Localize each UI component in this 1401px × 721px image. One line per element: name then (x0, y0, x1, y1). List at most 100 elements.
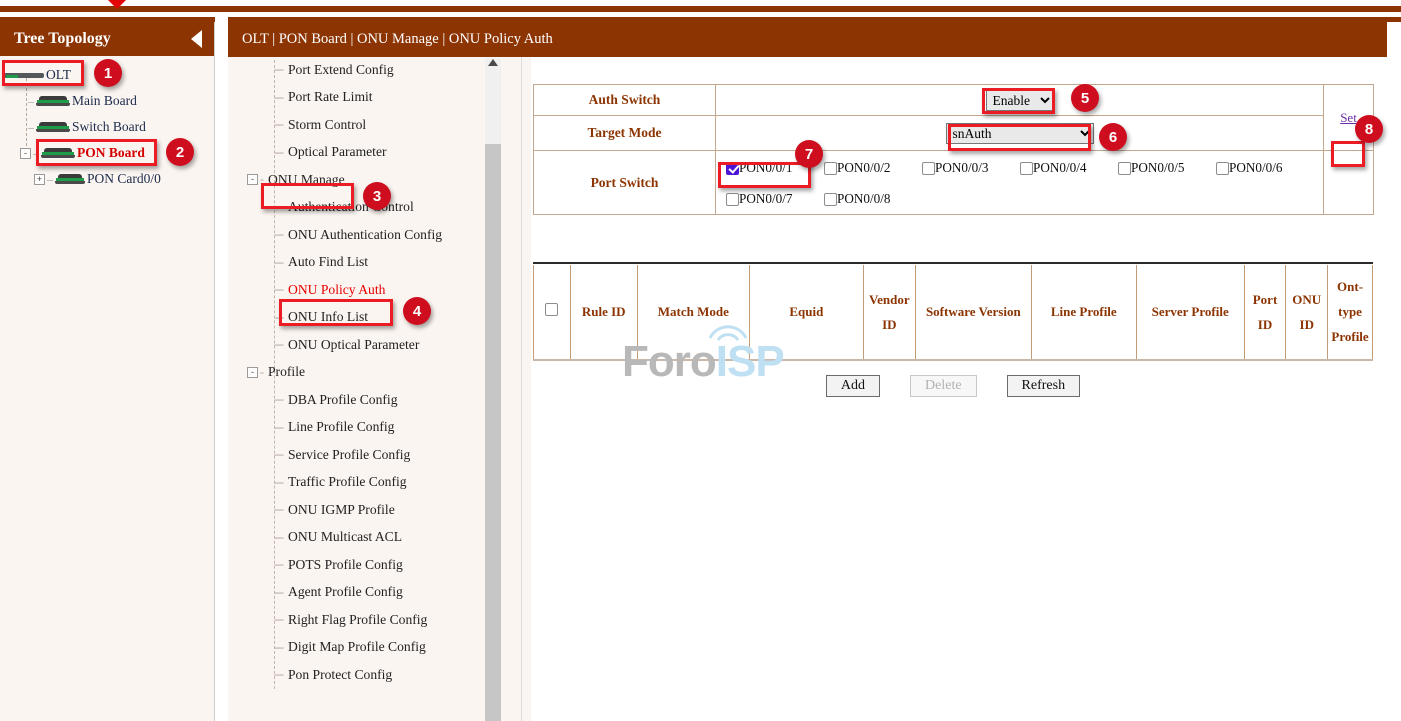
port-checkbox-input[interactable] (922, 162, 935, 175)
form-action-cell-empty (1324, 151, 1374, 215)
menu-expander-collapse-icon[interactable]: - (247, 174, 258, 185)
tree-branch-dash: – (45, 172, 55, 187)
port-checkbox-pon0-0-6[interactable]: PON0/0/6 (1216, 160, 1314, 176)
port-checkbox-label: PON0/0/1 (739, 160, 793, 176)
port-checkbox-input[interactable] (1118, 162, 1131, 175)
port-checkbox-label: PON0/0/4 (1033, 160, 1087, 176)
form-row-target-mode: Target Mode snAuth loidAuth passwordAuth… (534, 116, 1374, 151)
menu-item-label: ONU Multicast ACL (288, 529, 402, 545)
port-checkbox-pon0-0-3[interactable]: PON0/0/3 (922, 160, 1020, 176)
target-mode-select[interactable]: snAuth loidAuth passwordAuth snPasswordA… (946, 123, 1094, 144)
tree-topology-panel: Tree Topology OLT – Main Board (0, 22, 215, 721)
port-checkbox-input[interactable] (726, 193, 739, 206)
panel-divider (521, 56, 522, 721)
tree-node-label: Switch Board (72, 119, 146, 135)
column-header-software-version: Software Version (915, 265, 1031, 359)
top-brand-strip (0, 6, 1401, 12)
menu-branch-dash: --- (274, 62, 283, 77)
column-header-rule-id: Rule ID (570, 265, 637, 359)
menu-branch-dash: --- (274, 337, 283, 352)
tree-expander-collapse-icon[interactable]: - (20, 148, 31, 159)
target-mode-label: Target Mode (534, 116, 716, 151)
menu-item-label: Storm Control (288, 117, 366, 133)
menu-item-label: POTS Profile Config (288, 557, 403, 573)
tree-node-switch-board[interactable]: – Switch Board (0, 114, 214, 140)
menu-item-label: ONU Policy Auth (288, 282, 385, 298)
tree-node-main-board[interactable]: – Main Board (0, 88, 214, 114)
app-root: Tree Topology OLT – Main Board (0, 0, 1401, 721)
column-header-equid: Equid (749, 265, 863, 359)
menu-item-label: Digit Map Profile Config (288, 639, 426, 655)
column-header-ont-type-profile: Ont-type Profile (1328, 265, 1373, 359)
tree-node-pon-card[interactable]: + – PON Card0/0 (0, 166, 214, 192)
target-mode-cell: snAuth loidAuth passwordAuth snPasswordA… (716, 116, 1324, 151)
menu-item-label: Auto Find List (288, 254, 368, 270)
board-device-icon (55, 174, 85, 185)
port-checkbox-pon0-0-8[interactable]: PON0/0/8 (824, 191, 922, 207)
tree-node-label: Main Board (72, 93, 137, 109)
breadcrumb: OLT | PON Board | ONU Manage | ONU Polic… (228, 22, 1387, 57)
menu-item-label: Pon Protect Config (288, 667, 392, 683)
menu-branch-dash: --- (274, 640, 283, 655)
column-header-match-mode: Match Mode (637, 265, 749, 359)
port-checkbox-pon0-0-7[interactable]: PON0/0/7 (726, 191, 824, 207)
add-button[interactable]: Add (826, 375, 880, 397)
auth-switch-select[interactable]: Enable Disable (986, 90, 1054, 111)
port-checkbox-label: PON0/0/7 (739, 191, 793, 207)
navigation-menu-panel: --- Port Extend Config --- Port Rate Lim… (228, 22, 531, 721)
delete-button: Delete (910, 375, 977, 397)
port-checkbox-pon0-0-2[interactable]: PON0/0/2 (824, 160, 922, 176)
port-checkbox-input[interactable] (726, 162, 739, 175)
tree-expander-expand-icon[interactable]: + (34, 174, 45, 185)
port-checkbox-input[interactable] (1216, 162, 1229, 175)
tree-topology-header: Tree Topology (0, 22, 214, 56)
auth-config-form: Auth Switch Enable Disable Set Target Mo… (533, 84, 1374, 215)
tree-node-label: PON Board (77, 145, 145, 161)
breadcrumb-text: OLT | PON Board | ONU Manage | ONU Polic… (242, 31, 553, 48)
menu-branch-dash: --- (274, 310, 283, 325)
menu-scrollbar-thumb[interactable] (485, 144, 501, 721)
tree-node-label: OLT (46, 67, 71, 83)
port-checkbox-input[interactable] (824, 193, 837, 206)
port-switch-cell: PON0/0/1 PON0/0/2 PON0/0/3 PON0/0/4 (716, 151, 1324, 215)
menu-item-label: Profile (268, 364, 305, 380)
menu-item-label: Line Profile Config (288, 419, 394, 435)
port-checkbox-pon0-0-4[interactable]: PON0/0/4 (1020, 160, 1118, 176)
tree-topology-title: Tree Topology (14, 30, 111, 48)
menu-branch-dash: --- (274, 530, 283, 545)
column-header-vendor-id: Vendor ID (863, 265, 915, 359)
tree-node-list: OLT – Main Board – Switch Board - (0, 56, 214, 192)
menu-item-label: Right Flag Profile Config (288, 612, 427, 628)
form-action-cell: Set (1324, 85, 1374, 151)
port-checkbox-row: PON0/0/1 PON0/0/2 PON0/0/3 PON0/0/4 (726, 157, 1323, 179)
olt-device-icon (4, 70, 44, 80)
select-all-checkbox[interactable] (545, 303, 558, 316)
menu-expander-collapse-icon[interactable]: - (247, 367, 258, 378)
table-top-rule (533, 262, 1373, 264)
tree-node-olt[interactable]: OLT (0, 62, 214, 88)
board-device-icon (36, 122, 70, 133)
port-checkbox-input[interactable] (1020, 162, 1033, 175)
select-all-header (534, 265, 571, 359)
menu-branch-dash: --- (274, 117, 283, 132)
menu-branch-dash: --- (274, 585, 283, 600)
menu-scrollbar[interactable] (485, 58, 501, 721)
triangle-left-icon[interactable] (191, 30, 202, 48)
menu-item-label: ONU Authentication Config (288, 227, 442, 243)
menu-item-label: ONU Info List (288, 309, 368, 325)
set-link[interactable]: Set (1340, 110, 1357, 125)
menu-branch-dash: --- (274, 447, 283, 462)
port-checkbox-input[interactable] (824, 162, 837, 175)
port-checkbox-pon0-0-1[interactable]: PON0/0/1 (726, 160, 824, 176)
refresh-button[interactable]: Refresh (1007, 375, 1081, 397)
column-header-line-profile: Line Profile (1031, 265, 1136, 359)
menu-branch-dash: --- (274, 200, 283, 215)
menu-item-label: Port Rate Limit (288, 89, 373, 105)
menu-branch-dash: --- (274, 667, 283, 682)
menu-branch-dash: --- (274, 502, 283, 517)
menu-item-label: ONU Optical Parameter (288, 337, 419, 353)
tree-node-pon-board[interactable]: - – PON Board (0, 140, 214, 166)
menu-item-label: Traffic Profile Config (288, 474, 407, 490)
menu-branch-dash: --- (274, 392, 283, 407)
port-checkbox-pon0-0-5[interactable]: PON0/0/5 (1118, 160, 1216, 176)
